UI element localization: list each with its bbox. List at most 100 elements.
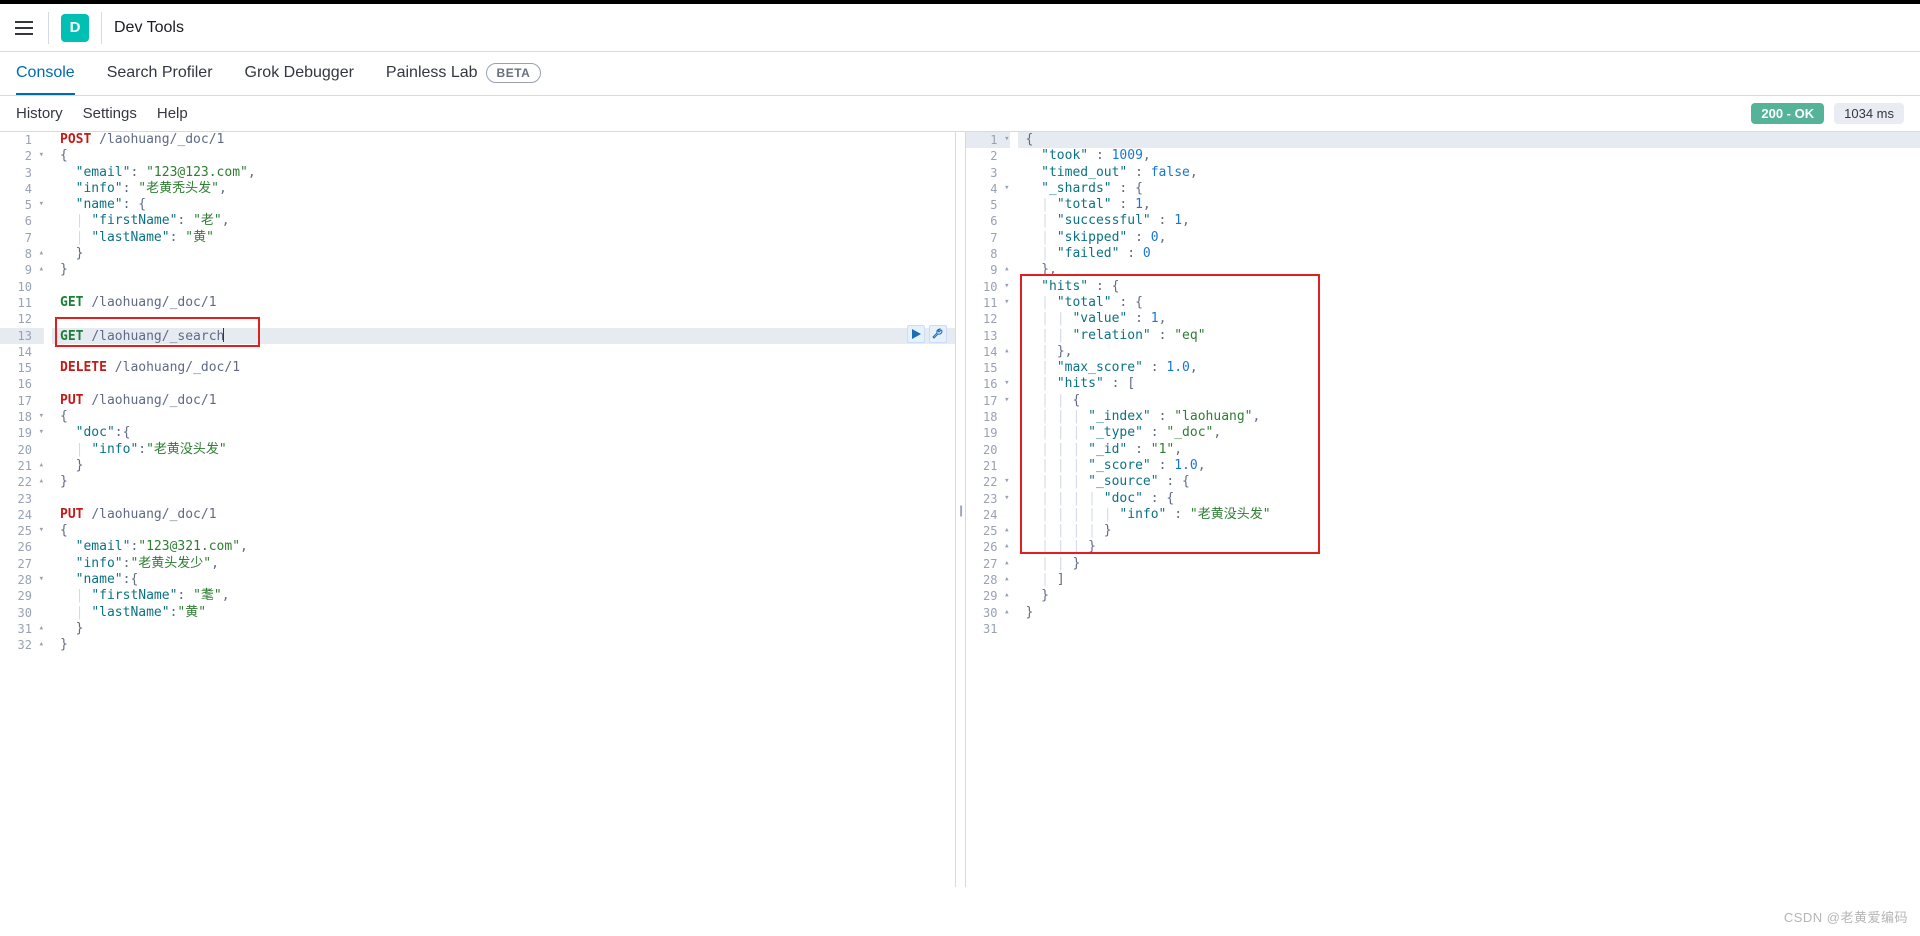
code-line[interactable]: | | | "_score" : 1.0, [1018,458,1920,474]
code-line[interactable]: | }, [1018,344,1920,360]
gutter-line[interactable]: 4 [966,181,1010,197]
code-line[interactable]: | "failed" : 0 [1018,246,1920,262]
gutter-line[interactable]: 18 [966,409,1010,425]
gutter-line[interactable]: 10 [0,279,44,295]
gutter-line[interactable]: 16 [966,376,1010,392]
gutter-line[interactable]: 19 [966,425,1010,441]
code-line[interactable]: | "firstName": "耄", [52,588,955,604]
gutter-line[interactable]: 25 [0,523,44,539]
gutter-line[interactable]: 21 [966,458,1010,474]
gutter-line[interactable]: 16 [0,376,44,392]
gutter-line[interactable]: 14 [966,344,1010,360]
gutter-line[interactable]: 29 [0,588,44,604]
gutter-line[interactable]: 4 [0,181,44,197]
code-line[interactable]: | "lastName":"黄" [52,605,955,621]
code-line[interactable]: "hits" : { [1018,279,1920,295]
code-line[interactable]: | | | | "doc" : { [1018,491,1920,507]
gutter-line[interactable]: 22 [966,474,1010,490]
code-line[interactable]: "email":"123@321.com", [52,539,955,555]
gutter-line[interactable]: 9 [966,262,1010,278]
response-pane[interactable]: 1234567891011121314151617181920212223242… [966,132,1920,887]
code-line[interactable]: | ] [1018,572,1920,588]
code-line[interactable]: { [52,148,955,164]
code-line[interactable]: | "info":"老黄没头发" [52,442,955,458]
code-line[interactable]: } [52,262,955,278]
gutter-line[interactable]: 15 [0,360,44,376]
gutter-line[interactable]: 2 [966,148,1010,164]
code-line[interactable]: POST /laohuang/_doc/1 [52,132,955,148]
gutter-line[interactable]: 22 [0,474,44,490]
code-line[interactable]: | | } [1018,556,1920,572]
gutter-line[interactable]: 26 [0,539,44,555]
code-line[interactable]: | "total" : 1, [1018,197,1920,213]
code-line[interactable]: "took" : 1009, [1018,148,1920,164]
code-line[interactable]: } [1018,588,1920,604]
gutter-line[interactable]: 13 [0,328,44,344]
code-line[interactable]: } [52,621,955,637]
gutter-line[interactable]: 13 [966,328,1010,344]
gutter-line[interactable]: 5 [966,197,1010,213]
code-line[interactable]: { [52,523,955,539]
code-line[interactable] [52,279,955,295]
gutter-line[interactable]: 18 [0,409,44,425]
code-line[interactable]: } [1018,605,1920,621]
code-line[interactable]: } [52,458,955,474]
run-button[interactable] [907,325,925,343]
code-line[interactable]: } [52,246,955,262]
code-line[interactable]: | "max_score" : 1.0, [1018,360,1920,376]
code-line[interactable]: | "total" : { [1018,295,1920,311]
code-line[interactable]: | | { [1018,393,1920,409]
gutter-line[interactable]: 17 [966,393,1010,409]
code-line[interactable]: } [52,637,955,653]
gutter-line[interactable]: 23 [966,491,1010,507]
gutter-line[interactable]: 15 [966,360,1010,376]
gutter-line[interactable]: 7 [966,230,1010,246]
tab-grok-debugger[interactable]: Grok Debugger [245,52,354,95]
gutter-line[interactable]: 24 [0,507,44,523]
settings-link[interactable]: Settings [83,105,137,122]
code-line[interactable]: | | | } [1018,539,1920,555]
gutter-line[interactable]: 23 [0,491,44,507]
code-line[interactable] [52,311,955,327]
code-line[interactable]: | | | "_type" : "_doc", [1018,425,1920,441]
gutter-line[interactable]: 25 [966,523,1010,539]
code-line[interactable]: DELETE /laohuang/_doc/1 [52,360,955,376]
code-line[interactable]: | | | | | "info" : "老黄没头发" [1018,507,1920,523]
gutter-line[interactable]: 24 [966,507,1010,523]
code-line[interactable]: | | "value" : 1, [1018,311,1920,327]
code-line[interactable]: | "successful" : 1, [1018,213,1920,229]
gutter-line[interactable]: 10 [966,279,1010,295]
code-line[interactable]: "timed_out" : false, [1018,165,1920,181]
gutter-line[interactable]: 30 [0,605,44,621]
code-line[interactable]: "doc":{ [52,425,955,441]
tab-search-profiler[interactable]: Search Profiler [107,52,213,95]
code-line[interactable]: { [52,409,955,425]
gutter-line[interactable]: 3 [0,165,44,181]
gutter-line[interactable]: 6 [0,213,44,229]
menu-icon[interactable] [12,16,36,40]
code-line[interactable]: } [52,474,955,490]
gutter-line[interactable]: 12 [0,311,44,327]
gutter-line[interactable]: 5 [0,197,44,213]
code-line[interactable]: "info":"老黄头发少", [52,556,955,572]
code-line[interactable]: | | "relation" : "eq" [1018,328,1920,344]
gutter-line[interactable]: 31 [0,621,44,637]
gutter-line[interactable]: 31 [966,621,1010,637]
code-line[interactable] [52,344,955,360]
tab-console[interactable]: Console [16,52,75,95]
gutter-line[interactable]: 8 [966,246,1010,262]
gutter-line[interactable]: 28 [0,572,44,588]
gutter-line[interactable]: 28 [966,572,1010,588]
gutter-line[interactable]: 27 [966,556,1010,572]
code-line[interactable]: | | | "_id" : "1", [1018,442,1920,458]
gutter-line[interactable]: 30 [966,605,1010,621]
code-line[interactable]: "info": "老黄秃头发", [52,181,955,197]
gutter-line[interactable]: 12 [966,311,1010,327]
request-pane[interactable]: 1234567891011121314151617181920212223242… [0,132,955,887]
gutter-line[interactable]: 11 [0,295,44,311]
code-line[interactable]: }, [1018,262,1920,278]
gutter-line[interactable]: 26 [966,539,1010,555]
code-line[interactable]: "_shards" : { [1018,181,1920,197]
gutter-line[interactable]: 21 [0,458,44,474]
gutter-line[interactable]: 8 [0,246,44,262]
